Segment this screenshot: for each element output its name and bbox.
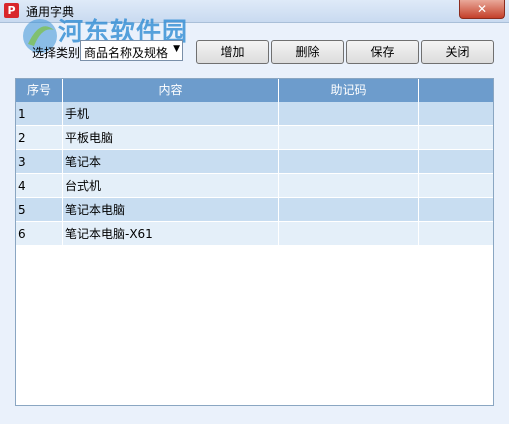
app-icon: P — [4, 3, 19, 18]
column-header-no[interactable]: 序号 — [16, 79, 63, 102]
close-button[interactable]: 关闭 — [421, 40, 494, 64]
cell-extra — [419, 222, 493, 246]
table-row[interactable]: 4 台式机 — [16, 174, 493, 198]
cell-content[interactable]: 手机 — [63, 102, 279, 126]
cell-extra — [419, 102, 493, 126]
table-row[interactable]: 6 笔记本电脑-X61 — [16, 222, 493, 246]
dropdown-arrow-icon: ▼ — [173, 44, 180, 54]
cell-content[interactable]: 笔记本 — [63, 150, 279, 174]
cell-no: 3 — [16, 150, 63, 174]
title-bar: P 通用字典 ✕ — [0, 0, 509, 23]
column-header-content[interactable]: 内容 — [63, 79, 279, 102]
column-header-extra — [419, 79, 493, 102]
cell-content[interactable]: 平板电脑 — [63, 126, 279, 150]
table-header: 序号 内容 助记码 — [16, 79, 493, 102]
cell-code[interactable] — [279, 150, 419, 174]
cell-code[interactable] — [279, 102, 419, 126]
save-button[interactable]: 保存 — [346, 40, 419, 64]
cell-no: 2 — [16, 126, 63, 150]
cell-content[interactable]: 笔记本电脑-X61 — [63, 222, 279, 246]
cell-no: 1 — [16, 102, 63, 126]
cell-extra — [419, 198, 493, 222]
dictionary-table[interactable]: 序号 内容 助记码 1 手机 2 平板电脑 3 笔记本 4 台式机 5 笔记本电… — [15, 78, 494, 406]
cell-code[interactable] — [279, 198, 419, 222]
category-select[interactable]: 商品名称及规格 ▼ — [80, 40, 183, 61]
cell-content[interactable]: 笔记本电脑 — [63, 198, 279, 222]
window-close-button[interactable]: ✕ — [459, 0, 505, 19]
cell-no: 5 — [16, 198, 63, 222]
cell-extra — [419, 174, 493, 198]
column-header-code[interactable]: 助记码 — [279, 79, 419, 102]
cell-code[interactable] — [279, 126, 419, 150]
table-row[interactable]: 3 笔记本 — [16, 150, 493, 174]
cell-extra — [419, 126, 493, 150]
table-row[interactable]: 1 手机 — [16, 102, 493, 126]
table-row[interactable]: 2 平板电脑 — [16, 126, 493, 150]
table-row[interactable]: 5 笔记本电脑 — [16, 198, 493, 222]
cell-code[interactable] — [279, 174, 419, 198]
cell-content[interactable]: 台式机 — [63, 174, 279, 198]
window-title: 通用字典 — [26, 5, 75, 19]
category-select-value: 商品名称及规格 — [84, 46, 168, 60]
cell-code[interactable] — [279, 222, 419, 246]
cell-no: 6 — [16, 222, 63, 246]
delete-button[interactable]: 删除 — [271, 40, 344, 64]
cell-extra — [419, 150, 493, 174]
cell-no: 4 — [16, 174, 63, 198]
add-button[interactable]: 增加 — [196, 40, 269, 64]
